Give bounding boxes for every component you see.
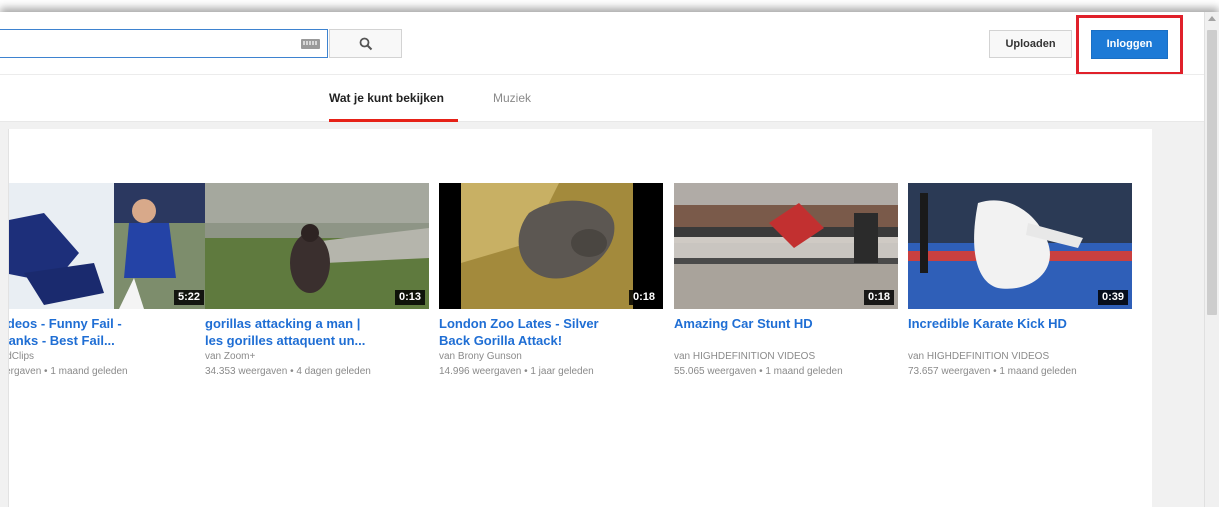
scroll-up-arrow-icon[interactable] xyxy=(1208,16,1216,21)
search-icon xyxy=(359,37,373,51)
video-card[interactable]: 0:13 gorillas attacking a man | les gori… xyxy=(205,183,429,379)
video-duration: 0:39 xyxy=(1097,290,1128,305)
video-card[interactable]: 0:18 Amazing Car Stunt HD van HIGHDEFINI… xyxy=(674,183,898,379)
video-duration: 5:22 xyxy=(173,290,204,305)
video-title[interactable]: Incredible Karate Kick HD xyxy=(908,315,1132,349)
video-duration: 0:18 xyxy=(863,290,894,305)
tab-bar: Wat je kunt bekijken Muziek xyxy=(0,74,1204,122)
upload-button[interactable]: Uploaden xyxy=(989,30,1072,58)
search-input[interactable] xyxy=(0,29,328,58)
video-meta: 73.657 weergaven • 1 maand geleden xyxy=(908,366,1077,377)
browser-window: Uploaden Inloggen Wat je kunt bekijken M… xyxy=(0,12,1219,507)
video-thumbnail[interactable]: 0:13 xyxy=(205,183,429,309)
video-meta: 3 weergaven • 1 maand geleden xyxy=(9,366,128,377)
video-meta: 55.065 weergaven • 1 maand geleden xyxy=(674,366,843,377)
video-duration: 0:13 xyxy=(394,290,425,305)
video-thumbnail[interactable]: 0:18 xyxy=(439,183,663,309)
video-card[interactable]: 5:22 y Videos - Funny Fail - y Pranks - … xyxy=(9,183,208,379)
video-thumbnail[interactable]: 0:18 xyxy=(674,183,898,309)
scrollbar-thumb[interactable] xyxy=(1207,30,1217,315)
tab-music[interactable]: Muziek xyxy=(493,91,531,105)
search-button[interactable] xyxy=(329,29,402,58)
video-thumbnail[interactable]: 0:39 xyxy=(908,183,1132,309)
video-title[interactable]: y Videos - Funny Fail - y Pranks - Best … xyxy=(9,315,208,349)
video-card[interactable]: 0:18 London Zoo Lates - Silver Back Gori… xyxy=(439,183,663,379)
video-channel[interactable]: van HIGHDEFINITION VIDEOS xyxy=(674,349,898,364)
video-title[interactable]: gorillas attacking a man | les gorilles … xyxy=(205,315,429,349)
video-meta: 14.996 weergaven • 1 jaar geleden xyxy=(439,366,594,377)
video-meta: 34.353 weergaven • 4 dagen geleden xyxy=(205,366,371,377)
video-thumbnail[interactable]: 5:22 xyxy=(9,183,208,309)
video-card[interactable]: 0:39 Incredible Karate Kick HD van HIGHD… xyxy=(908,183,1132,379)
video-channel[interactable]: van Brony Gunson xyxy=(439,349,663,364)
video-channel[interactable]: van HIGHDEFINITION VIDEOS xyxy=(908,349,1132,364)
video-shelf: 5:22 y Videos - Funny Fail - y Pranks - … xyxy=(8,129,1152,507)
active-tab-indicator xyxy=(329,119,458,122)
keyboard-icon[interactable] xyxy=(301,39,320,49)
vertical-scrollbar[interactable] xyxy=(1204,12,1219,507)
video-title[interactable]: London Zoo Lates - Silver Back Gorilla A… xyxy=(439,315,663,349)
video-title[interactable]: Amazing Car Stunt HD xyxy=(674,315,898,349)
tab-what-to-watch[interactable]: Wat je kunt bekijken xyxy=(329,91,444,105)
video-channel[interactable]: van Zoom+ xyxy=(205,349,429,364)
video-channel[interactable]: WCodClips xyxy=(9,349,208,364)
video-duration: 0:18 xyxy=(628,290,659,305)
screenshot: Uploaden Inloggen Wat je kunt bekijken M… xyxy=(0,0,1219,507)
signin-highlight-box xyxy=(1076,15,1183,75)
masthead: Uploaden Inloggen xyxy=(0,12,1204,75)
